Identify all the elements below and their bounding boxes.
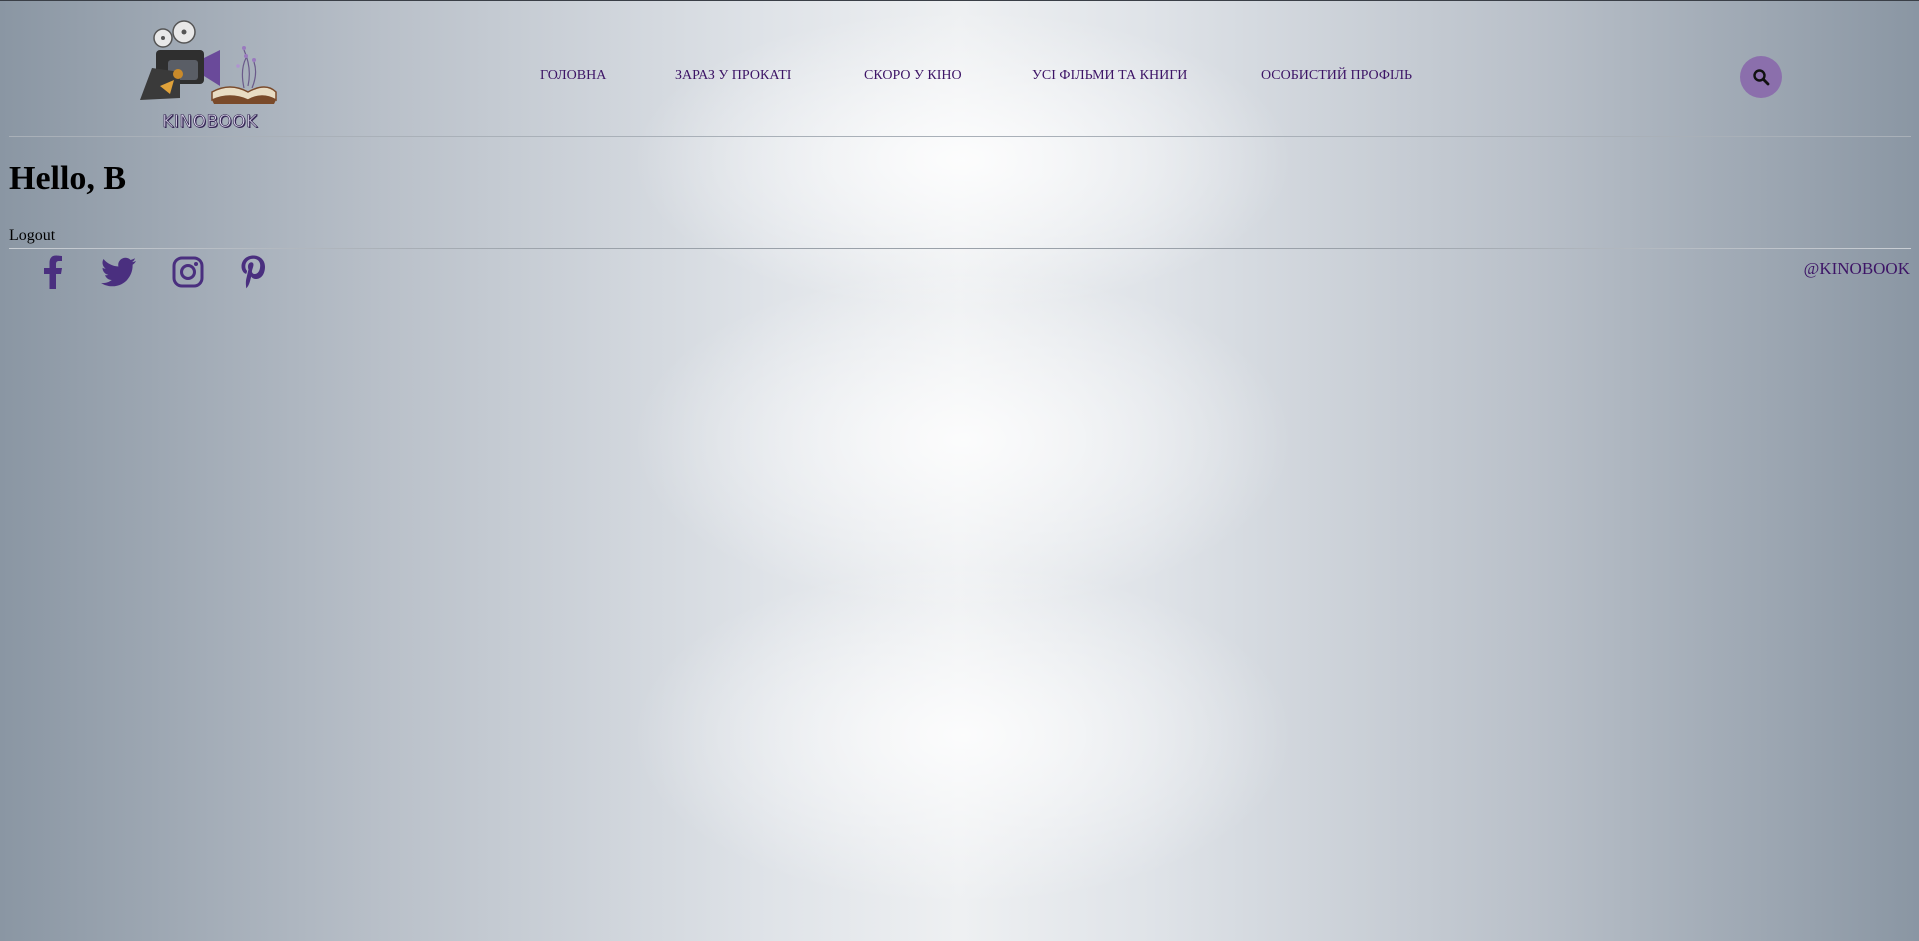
twitter-link[interactable] — [100, 254, 138, 290]
main-nav: ГОЛОВНА ЗАРАЗ У ПРОКАТІ СКОРО У КІНО УСІ… — [0, 68, 1919, 86]
search-icon — [1753, 69, 1770, 86]
search-button[interactable] — [1740, 56, 1782, 98]
header-divider — [9, 136, 1911, 137]
pinterest-icon — [241, 255, 265, 289]
pinterest-link[interactable] — [238, 254, 268, 290]
footer-divider — [9, 248, 1911, 249]
nav-item-now-showing[interactable]: ЗАРАЗ У ПРОКАТІ — [675, 68, 791, 84]
logo-text: KINOBOOK — [162, 112, 258, 133]
instagram-link[interactable] — [171, 254, 205, 290]
greeting-heading: Hello, B — [9, 160, 127, 197]
instagram-icon — [172, 256, 204, 288]
nav-item-home[interactable]: ГОЛОВНА — [540, 68, 606, 84]
nav-item-all-films-books[interactable]: УСІ ФІЛЬМИ ТА КНИГИ — [1032, 68, 1187, 84]
footer-handle: @KINOBOOK — [1803, 259, 1910, 278]
nav-item-profile[interactable]: ОСОБИСТИЙ ПРОФІЛЬ — [1261, 68, 1412, 84]
logout-link[interactable]: Logout — [9, 227, 55, 245]
nav-item-coming-soon[interactable]: СКОРО У КІНО — [864, 68, 962, 84]
facebook-link[interactable] — [38, 254, 68, 290]
window-top-border — [0, 0, 1919, 1]
twitter-icon — [101, 257, 136, 287]
facebook-icon — [44, 255, 62, 289]
